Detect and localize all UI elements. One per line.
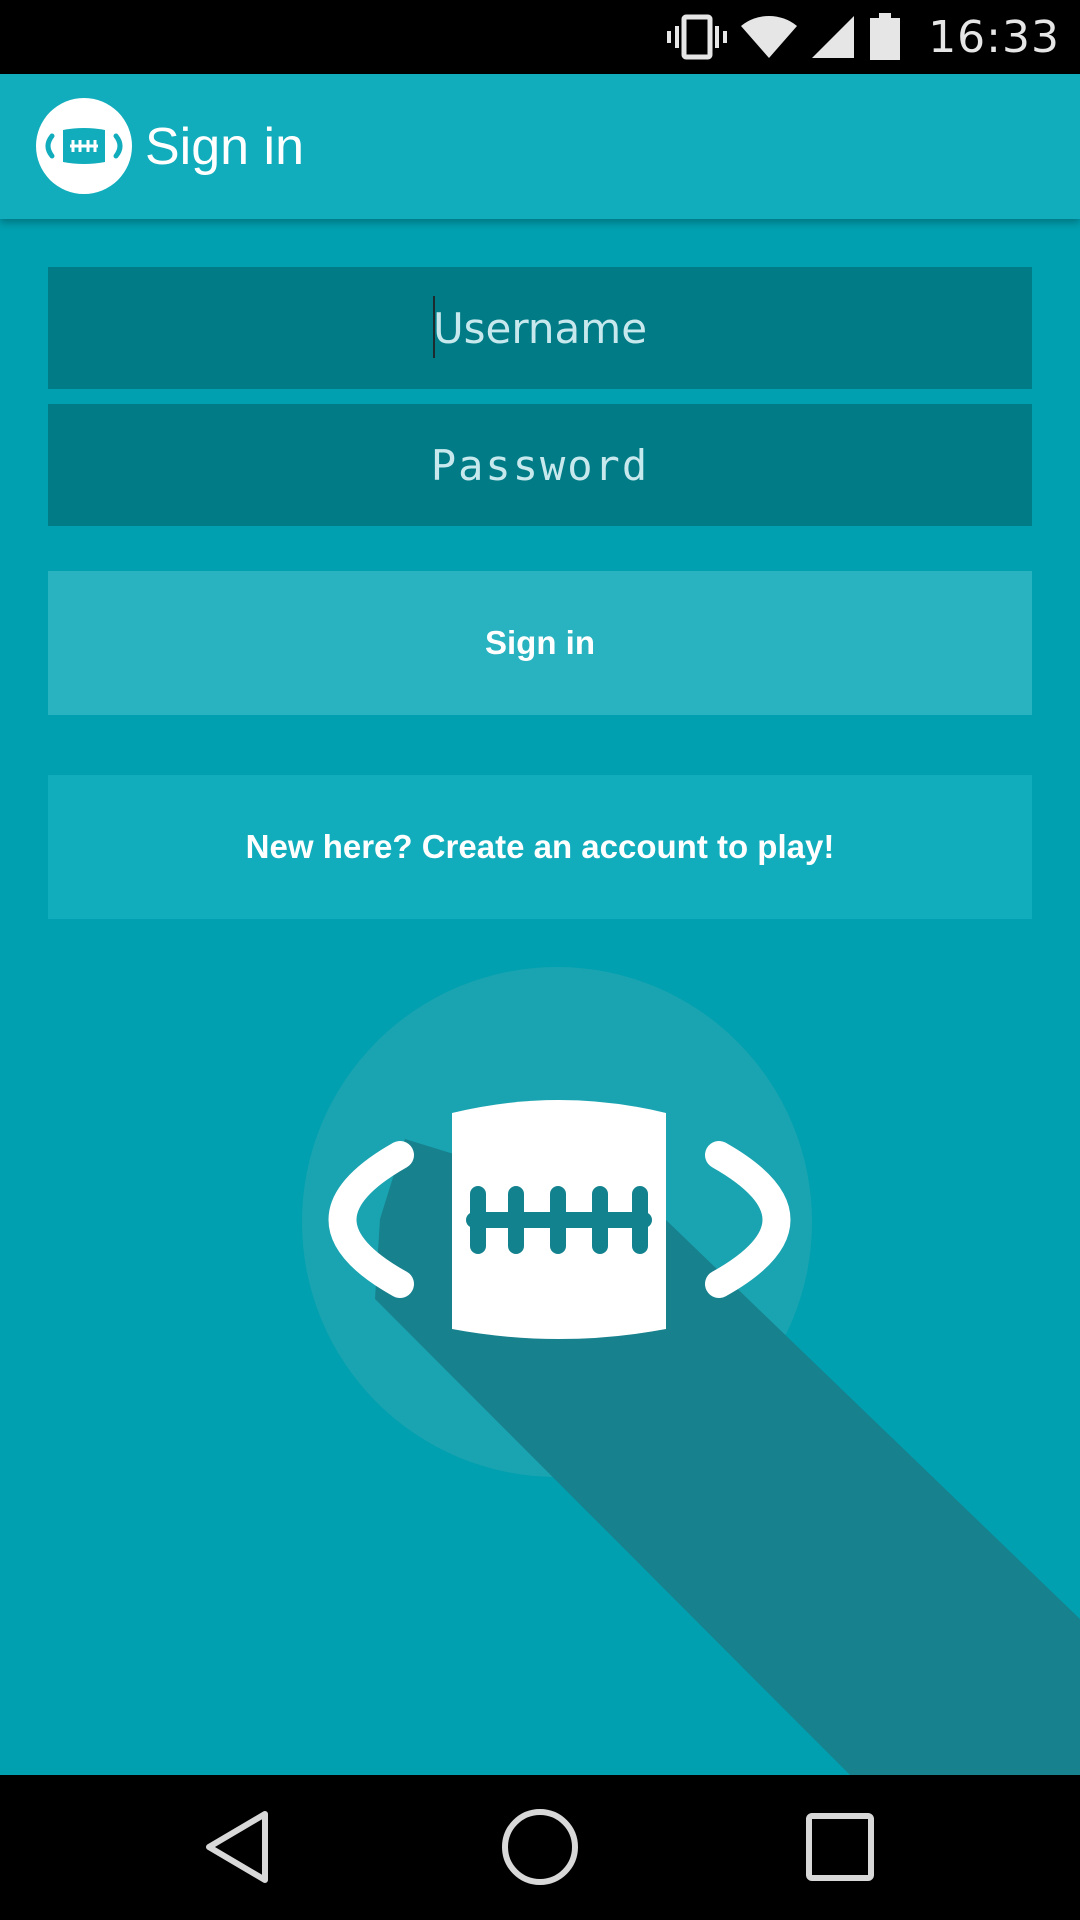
username-input[interactable] (48, 267, 1032, 389)
home-icon (502, 1809, 578, 1885)
signal-icon (812, 16, 855, 58)
back-icon (206, 1811, 268, 1883)
app-bar: Sign in (0, 74, 1080, 219)
status-time: 16:33 (928, 11, 1060, 63)
wifi-icon (741, 15, 798, 58)
home-button[interactable] (490, 1797, 590, 1897)
text-cursor (433, 296, 435, 358)
back-button[interactable] (188, 1797, 288, 1897)
create-account-button[interactable]: New here? Create an account to play! (48, 775, 1032, 919)
status-bar: 16:33 (0, 0, 1080, 74)
navigation-bar (0, 1775, 1080, 1920)
sign-in-button[interactable]: Sign in (48, 571, 1032, 715)
vibrate-icon (667, 14, 728, 60)
app-logo (36, 98, 132, 194)
page-title: Sign in (145, 118, 304, 176)
status-icons: 16:33 (666, 0, 1060, 74)
recents-icon (806, 1813, 874, 1881)
recents-button[interactable] (790, 1797, 890, 1897)
main-content: Sign in New here? Create an account to p… (0, 219, 1080, 1775)
password-input[interactable] (48, 404, 1032, 526)
football-icon (45, 128, 123, 164)
battery-icon (870, 13, 901, 60)
